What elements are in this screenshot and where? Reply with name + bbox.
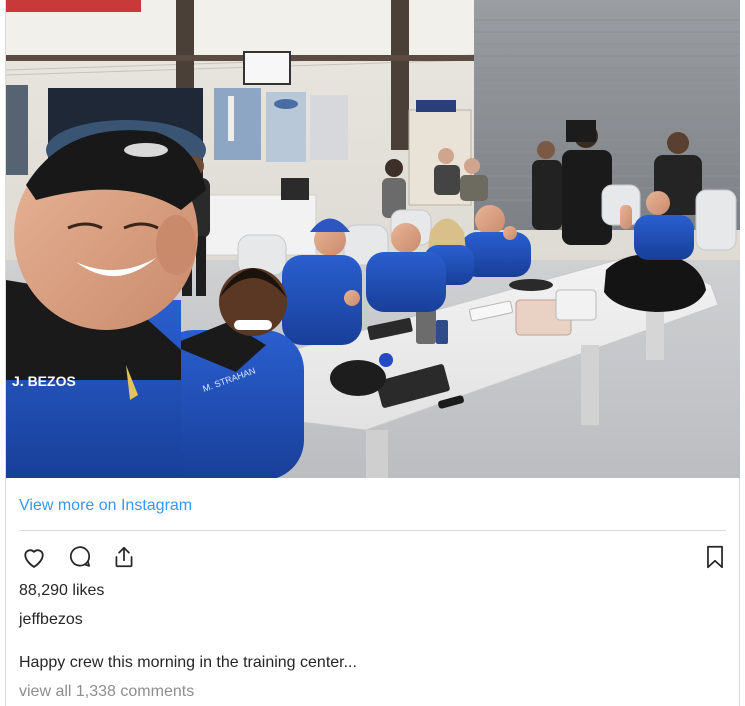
like-button[interactable] xyxy=(19,542,49,572)
post-actions-bar xyxy=(19,542,727,572)
instagram-embed-card: M. STRAHAN J. BEZOS View more on Instagr… xyxy=(5,0,740,706)
heart-outline-icon xyxy=(24,549,44,568)
bookmark-outline-icon xyxy=(707,545,723,569)
speech-bubble-icon xyxy=(69,546,91,567)
post-username-link[interactable]: jeffbezos xyxy=(19,611,83,629)
view-all-comments-link[interactable]: view all 1,338 comments xyxy=(19,683,194,701)
view-more-on-instagram-link[interactable]: View more on Instagram xyxy=(19,497,192,515)
comment-button[interactable] xyxy=(65,542,95,572)
share-button[interactable] xyxy=(109,542,139,572)
post-caption: Happy crew this morning in the training … xyxy=(19,654,357,671)
save-button[interactable] xyxy=(700,542,730,572)
divider xyxy=(19,530,726,531)
suit-nametag-bezos: J. BEZOS xyxy=(12,373,76,389)
crew-photo-illustration: M. STRAHAN J. BEZOS xyxy=(6,0,740,478)
likes-count: 88,290 likes xyxy=(19,582,105,599)
post-photo[interactable]: M. STRAHAN J. BEZOS xyxy=(6,0,740,478)
share-upload-icon xyxy=(115,546,133,568)
